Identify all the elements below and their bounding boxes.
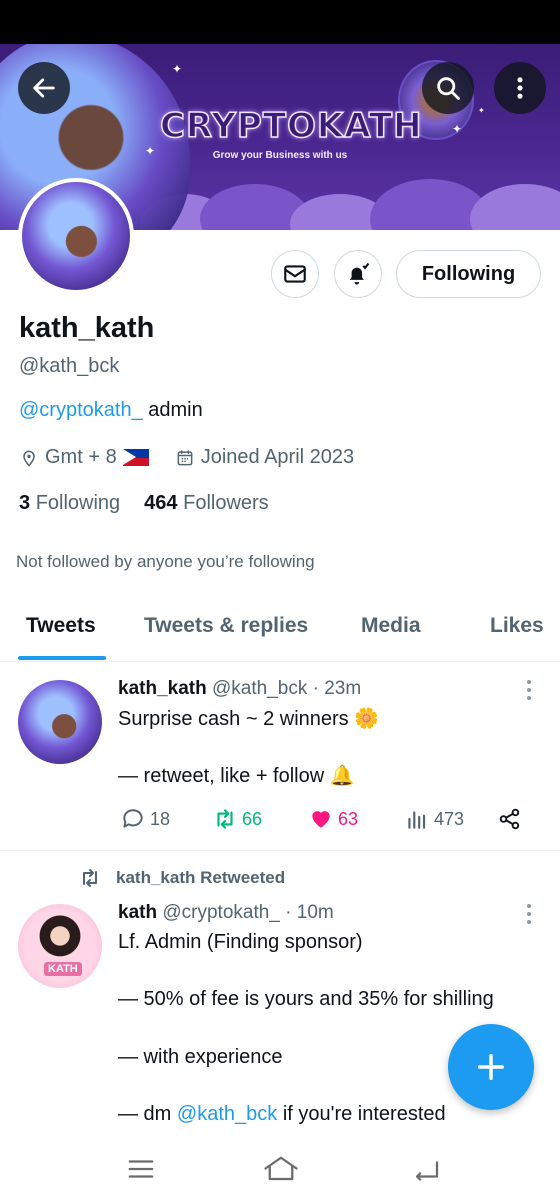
tweet-more-icon[interactable] [526, 904, 532, 924]
retweeted-label: kath_kath Retweeted [78, 866, 285, 890]
reply-action[interactable]: 18 [120, 806, 170, 832]
followers-count-link[interactable]: 464 Followers [144, 492, 269, 515]
avatar-text: KATH [44, 962, 82, 976]
profile-avatar[interactable] [18, 178, 134, 294]
notifications-button[interactable] [334, 250, 382, 298]
tweet-header: kath @cryptokath_ · 10m [118, 902, 334, 924]
calendar-icon [177, 450, 193, 465]
tweet-text-line: — with experience [118, 1046, 283, 1068]
not-followed-notice: Not followed by anyone you’re following [16, 552, 315, 571]
retweet-icon [217, 809, 233, 829]
bio-text: admin [142, 399, 203, 421]
search-button[interactable] [422, 62, 474, 114]
tweet-text-line: — 50% of fee is yours and 35% for shilli… [118, 988, 494, 1010]
plus-icon [477, 1053, 505, 1081]
display-name: kath_kath [19, 312, 155, 344]
compose-tweet-button[interactable] [448, 1024, 534, 1110]
share-action[interactable] [497, 806, 523, 832]
tweet-time: · 10m [285, 902, 334, 923]
tab-tweets[interactable]: Tweets [26, 614, 96, 638]
recent-apps-icon[interactable] [126, 1154, 156, 1184]
tweet-mention-link[interactable]: @kath_bck [177, 1103, 277, 1125]
tweet-text-line: Lf. Admin (Finding sponsor) [118, 931, 363, 953]
views-action[interactable]: 473 [404, 806, 464, 832]
tweet-divider [0, 850, 560, 851]
follow-counts: 3 Following 464 Followers [19, 492, 269, 515]
tweet-author-name[interactable]: kath [118, 902, 157, 923]
following-button[interactable]: Following [396, 250, 541, 298]
arrow-left-icon [33, 78, 55, 98]
following-count-link[interactable]: 3 Following [19, 492, 120, 515]
tweet-avatar[interactable] [18, 680, 102, 764]
retweet-icon [83, 869, 97, 887]
share-icon [499, 808, 520, 830]
tweet-author-handle: @cryptokath_ [162, 902, 280, 923]
tweet-text-line: Surprise cash ~ 2 winners 🌼 [118, 708, 380, 730]
message-button[interactable] [271, 250, 319, 298]
tweet-more-icon[interactable] [526, 680, 532, 700]
profile-meta: Gmt + 8 Joined April 2023 [19, 446, 354, 469]
tab-tweets-replies[interactable]: Tweets & replies [144, 614, 308, 638]
back-button[interactable] [18, 62, 70, 114]
back-nav-icon[interactable] [412, 1154, 442, 1184]
profile-tabs: Tweets Tweets & replies Media Likes [0, 598, 560, 662]
tweet-author-name[interactable]: kath_kath [118, 678, 207, 699]
status-bar [0, 0, 560, 44]
active-tab-indicator [18, 656, 106, 660]
more-options-button[interactable] [494, 62, 546, 114]
bell-check-icon [349, 262, 370, 285]
tweet-text-line: — dm @kath_bck if you're interested [118, 1103, 446, 1125]
tweet-author-handle: @kath_bck [211, 678, 308, 699]
tweet-header: kath_kath @kath_bck · 23m [118, 678, 361, 700]
retweet-action[interactable]: 66 [212, 806, 262, 832]
tweet-time: · 23m [312, 678, 362, 699]
banner-tagline: Grow your Business with us [212, 150, 348, 161]
reply-icon [123, 809, 143, 828]
tweet-text-line: — retweet, like + follow 🔔 [118, 765, 355, 787]
tab-media[interactable]: Media [361, 614, 421, 638]
tab-likes[interactable]: Likes [490, 614, 544, 638]
banner-brand-text: CRYPTOKATH [159, 105, 423, 147]
like-action[interactable]: 63 [308, 806, 358, 832]
heart-icon [312, 811, 330, 828]
views-chart-icon [408, 811, 426, 829]
profile-location: Gmt + 8 [45, 446, 117, 468]
profile-handle: @kath_bck [19, 355, 120, 377]
more-vertical-icon [517, 77, 523, 99]
profile-joined: Joined April 2023 [200, 446, 355, 468]
profile-bio: @cryptokath_ admin [19, 399, 203, 422]
home-icon[interactable] [262, 1154, 300, 1184]
system-navigation-bar [0, 1140, 560, 1200]
tweet-avatar[interactable]: KATH [18, 904, 102, 988]
envelope-icon [284, 265, 306, 283]
bio-mention-link[interactable]: @cryptokath_ [19, 399, 143, 421]
search-icon [437, 77, 460, 100]
location-pin-icon [23, 450, 35, 467]
philippines-flag-icon [122, 449, 149, 466]
